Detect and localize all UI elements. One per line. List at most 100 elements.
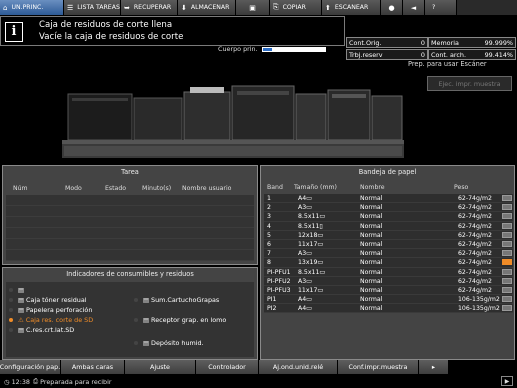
- tray-row[interactable]: PI1 A4▭ Normal 106-135g/m2: [264, 295, 513, 305]
- bottom-button-2[interactable]: Ambas caras: [61, 360, 124, 374]
- job-table-body[interactable]: [6, 195, 254, 261]
- counter-value: 0: [420, 38, 425, 47]
- tray-level-icon: [502, 305, 512, 312]
- consumable-humid-tank: ▤ Depósito humid.: [134, 339, 204, 347]
- scroll-right-icon[interactable]: ▶: [501, 376, 513, 386]
- tray-row[interactable]: 7 A3▭ Normal 62-74g/m2: [264, 249, 513, 259]
- tray-size: A3▭: [298, 277, 313, 285]
- tray-level-icon: [502, 286, 512, 293]
- tray-row[interactable]: 2 A3▭ Normal 62-74g/m2: [264, 203, 513, 213]
- tray-weight: 62-74g/m2: [458, 250, 492, 258]
- counter-memoria: Memoria 99.999%: [428, 37, 516, 48]
- tab-lista-tareas[interactable]: ☰ LISTA TAREAS: [64, 0, 121, 15]
- scan-status: Prep. para usar Escáner: [408, 60, 487, 68]
- tray-weight: 62-74g/m2: [458, 286, 492, 294]
- tray-weight: 62-74g/m2: [458, 204, 492, 212]
- tab-globe[interactable]: ●: [381, 0, 403, 15]
- tray-size: A4▭: [298, 305, 313, 313]
- punch-trash-icon: ▤: [18, 306, 25, 314]
- tray-row[interactable]: 3 8.5x11▭ Normal 62-74g/m2: [264, 212, 513, 222]
- bottom-button-6[interactable]: Conf.impr.muestra: [338, 360, 418, 374]
- consumable-label: Receptor grap. en lomo: [151, 316, 227, 324]
- tray-weight: 62-74g/m2: [458, 259, 492, 267]
- staple-receiver-icon: ▤: [143, 316, 150, 324]
- counter-label: Cont.Orig.: [349, 38, 382, 47]
- tray-row[interactable]: 6 11x17▭ Normal 62-74g/m2: [264, 239, 513, 250]
- counter-label: Memoria: [431, 38, 459, 47]
- tab-escanear[interactable]: ⬆ ESCANEAR: [322, 0, 381, 15]
- globe-icon: ●: [388, 3, 395, 12]
- bottom-button-7[interactable]: ▸: [419, 360, 448, 374]
- tray-level-icon: [502, 231, 512, 238]
- tray-weight: 62-74g/m2: [458, 277, 492, 285]
- bottom-button-4[interactable]: Controlador: [196, 360, 258, 374]
- tray-band: 3: [267, 213, 271, 221]
- tray-size: 11x17▭: [298, 240, 324, 248]
- tray-size: 8.5x11▭: [298, 268, 326, 276]
- tab-box[interactable]: ▣: [236, 0, 270, 15]
- counter-value: 99.414%: [484, 50, 513, 59]
- tab-un-princ-[interactable]: ⌂ UN.PRINC.: [0, 0, 64, 15]
- tab-almacenar[interactable]: ⬇ ALMACENAR: [178, 0, 236, 15]
- tray-row[interactable]: 1 A4▭ Normal 62-74g/m2: [264, 194, 513, 204]
- counter-cont-arch-: Cont. arch. 99.414%: [428, 49, 516, 60]
- consumable-toner-box: ▤ Caja tóner residual: [9, 296, 87, 304]
- job-column-header: Núm: [13, 185, 28, 192]
- bottom-button-5[interactable]: Aj.ond.unid.relé: [259, 360, 337, 374]
- clock-icon: ◷: [4, 377, 10, 386]
- speaker-icon: ◄: [410, 3, 417, 12]
- tray-name: Normal: [360, 213, 383, 221]
- job-table-header: Núm Modo Estado Minuto(s) Nombre usuario: [5, 183, 255, 194]
- tray-row[interactable]: PI-PFU1 8.5x11▭ Normal 62-74g/m2: [264, 267, 513, 277]
- tray-level-icon: [502, 259, 512, 266]
- tab-label: UN.PRINC.: [11, 4, 44, 11]
- tray-name: Normal: [360, 268, 383, 276]
- job-column-header: Modo: [65, 185, 82, 192]
- tray-row[interactable]: 4 8.5x11▯ Normal 62-74g/m2: [264, 221, 513, 231]
- status-dot-icon: [9, 288, 13, 292]
- tab-copiar[interactable]: ⎘ COPIAR: [270, 0, 322, 15]
- body-meter-bar: [261, 46, 326, 52]
- tray-row[interactable]: 5 12x18▭ Normal 62-74g/m2: [264, 230, 513, 240]
- tray-band: 7: [267, 250, 271, 258]
- scan-icon: ⬆: [325, 3, 331, 12]
- camera-icon: ▤: [18, 286, 25, 294]
- job-panel: Tarea Núm Modo Estado Minuto(s) Nombre usuar…: [2, 165, 258, 265]
- status-dot-icon: [9, 308, 13, 312]
- consumable-camera: ▤: [9, 286, 26, 294]
- tray-column-header: Peso: [454, 184, 469, 191]
- message-panel: i Caja de residuos de corte llena Vacíe …: [0, 16, 345, 46]
- message-line-2: Vacíe la caja de residuos de corte: [39, 32, 184, 42]
- tray-row[interactable]: 8 13x19▭ Normal 62-74g/m2: [264, 258, 513, 268]
- tray-band: 2: [267, 204, 271, 212]
- tray-column-header: Nombre: [360, 184, 385, 191]
- humid-tank-icon: ▤: [143, 339, 150, 347]
- tray-band: PI2: [267, 305, 277, 313]
- tray-row[interactable]: PI-PFU3 11x17▭ Normal 62-74g/m2: [264, 285, 513, 296]
- consumable-trim-waste: ⚠ Caja res. corte de SD: [9, 316, 93, 324]
- tray-level-icon: [502, 222, 512, 229]
- tab-recuperar[interactable]: ➥ RECUPERAR: [121, 0, 178, 15]
- bottom-button-3[interactable]: Ajuste: [125, 360, 195, 374]
- tab-speaker[interactable]: ◄: [403, 0, 425, 15]
- eject-sample-button[interactable]: Ejec. impr. muestra: [427, 76, 512, 91]
- tray-level-icon: [502, 268, 512, 275]
- tray-size: 13x19▭: [298, 259, 324, 267]
- message-line-1: Caja de residuos de corte llena: [39, 20, 173, 30]
- tray-row[interactable]: PI-PFU2 A3▭ Normal 62-74g/m2: [264, 276, 513, 286]
- consumables-panel: Indicadores de consumibles y residuos ▤ ▤…: [2, 267, 258, 360]
- consumables-panel-title: Indicadores de consumibles y residuos: [66, 270, 194, 278]
- tray-table-body: 1 A4▭ Normal 62-74g/m2 2 A3▭ Normal 62-74g/m2 3 8…: [264, 194, 513, 314]
- tray-band: PI-PFU1: [267, 268, 291, 276]
- tab--[interactable]: ?: [425, 0, 457, 15]
- info-icon: i: [5, 22, 23, 42]
- tray-level-icon: [502, 277, 512, 284]
- printer-icon: ⎙: [33, 377, 39, 385]
- tray-level-icon: [502, 195, 512, 201]
- list-icon: ☰: [67, 3, 74, 12]
- bottom-button-1[interactable]: Configuración pap.: [0, 360, 60, 374]
- tray-size: 12x18▭: [298, 231, 324, 239]
- tray-name: Normal: [360, 240, 383, 248]
- tray-row[interactable]: PI2 A4▭ Normal 106-135g/m2: [264, 304, 513, 314]
- counter-value: 99.999%: [484, 38, 513, 47]
